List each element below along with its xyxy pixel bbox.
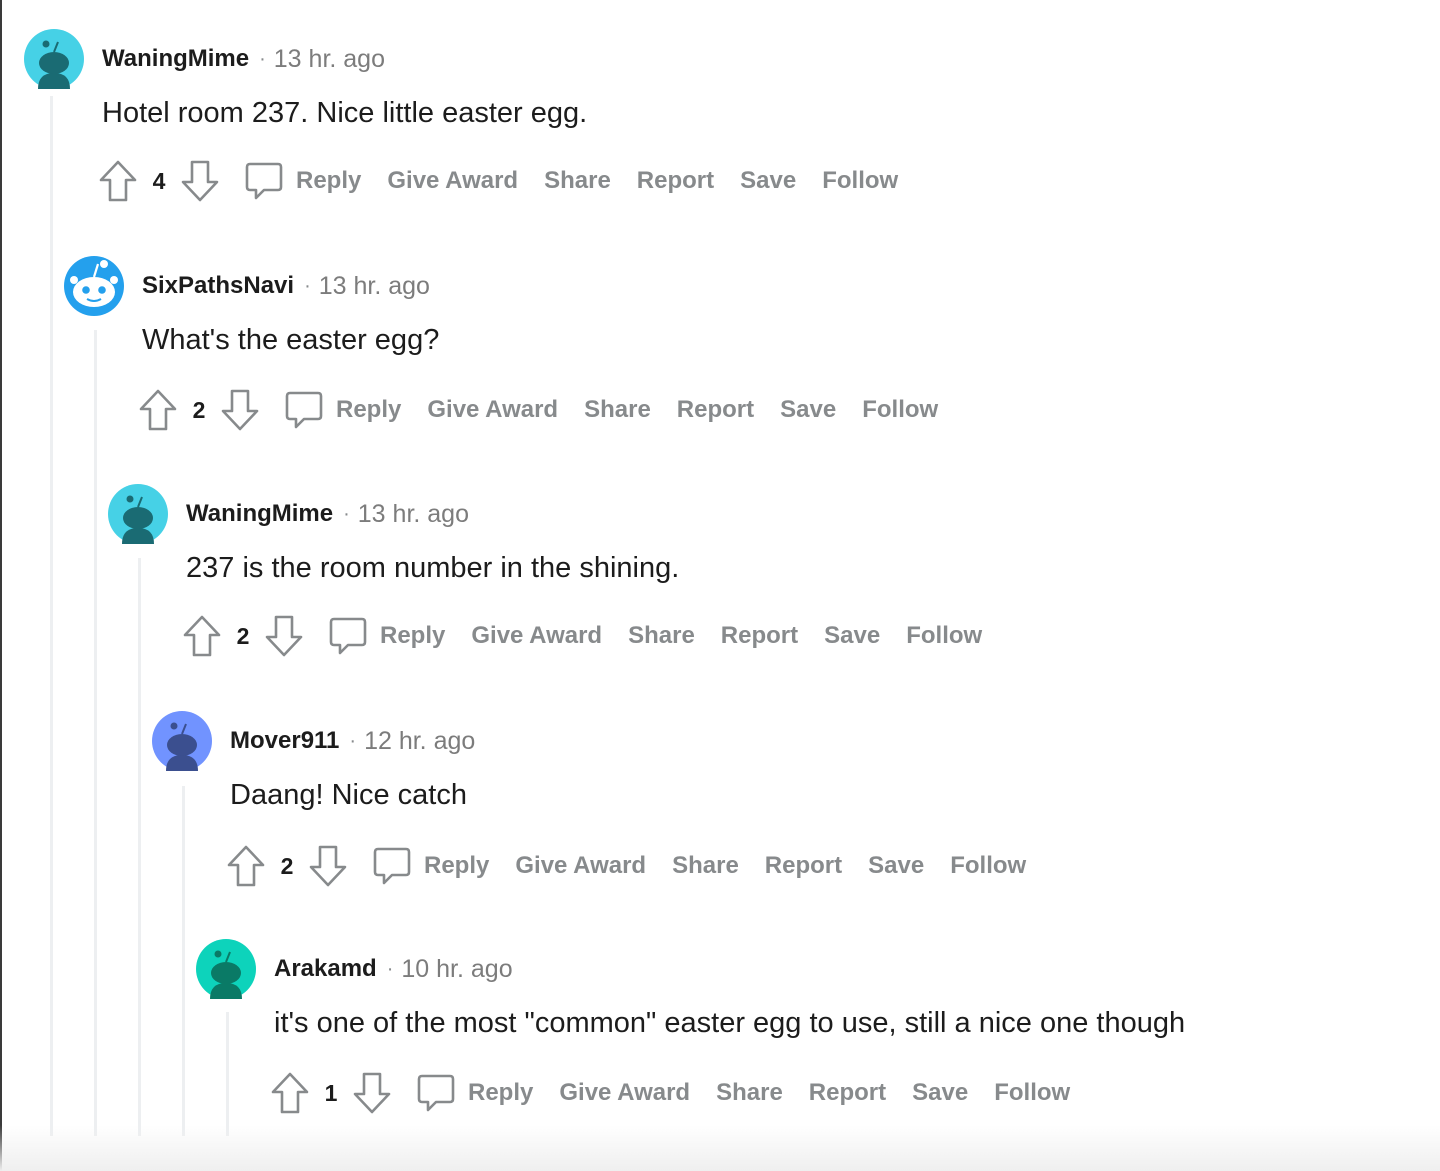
- give-award-button[interactable]: Give Award: [387, 167, 518, 195]
- separator: ·: [349, 729, 357, 752]
- give-award-button[interactable]: Give Award: [559, 1079, 690, 1107]
- reply-button[interactable]: Reply: [336, 396, 401, 424]
- comment-body: Daang! Nice catch: [230, 779, 467, 811]
- share-button[interactable]: Share: [716, 1079, 783, 1107]
- timestamp[interactable]: 13 hr. ago: [274, 45, 385, 74]
- upvote-arrow-icon[interactable]: [270, 1070, 310, 1116]
- separator: ·: [304, 274, 311, 297]
- follow-button[interactable]: Follow: [950, 852, 1026, 880]
- comment-header: SixPathsNavi · 13 hr. ago: [64, 256, 430, 316]
- timestamp[interactable]: 13 hr. ago: [319, 272, 430, 301]
- comment-header: Mover911 · 12 hr. ago: [152, 711, 475, 771]
- timestamp[interactable]: 10 hr. ago: [401, 955, 512, 984]
- share-button[interactable]: Share: [584, 396, 651, 424]
- vote-count: 2: [192, 396, 206, 423]
- comment-body: 237 is the room number in the shining.: [186, 552, 680, 584]
- save-button[interactable]: Save: [868, 852, 924, 880]
- comment-actions: 2 Reply Give Award Share Report Save Fol…: [182, 612, 982, 660]
- comment-header: WaningMime · 13 hr. ago: [108, 484, 469, 544]
- speech-bubble-icon[interactable]: [242, 158, 286, 204]
- comment-actions: 1 Reply Give Award Share Report Save Fol…: [270, 1069, 1070, 1117]
- report-button[interactable]: Report: [765, 852, 842, 880]
- give-award-button[interactable]: Give Award: [471, 622, 602, 650]
- speech-bubble-icon[interactable]: [370, 843, 414, 889]
- username[interactable]: WaningMime: [102, 45, 249, 73]
- save-button[interactable]: Save: [780, 396, 836, 424]
- default-snoo-avatar-icon[interactable]: [64, 256, 124, 316]
- separator: ·: [343, 502, 350, 525]
- comment-actions: 4 Reply Give Award Share Report Save Fol…: [98, 157, 898, 205]
- username[interactable]: Mover911: [230, 727, 339, 755]
- downvote-arrow-icon[interactable]: [220, 387, 260, 433]
- vote-count: 2: [236, 622, 250, 649]
- thread-line[interactable]: [182, 786, 185, 1136]
- report-button[interactable]: Report: [637, 167, 714, 195]
- follow-button[interactable]: Follow: [822, 167, 898, 195]
- snoo-avatar-icon[interactable]: [196, 939, 256, 999]
- separator: ·: [386, 957, 394, 980]
- comment-actions: 2 Reply Give Award Share Report Save Fol…: [138, 386, 938, 434]
- reply-button[interactable]: Reply: [468, 1079, 533, 1107]
- downvote-arrow-icon[interactable]: [180, 158, 220, 204]
- give-award-button[interactable]: Give Award: [427, 396, 558, 424]
- follow-button[interactable]: Follow: [906, 622, 982, 650]
- downvote-arrow-icon[interactable]: [308, 843, 348, 889]
- upvote-arrow-icon[interactable]: [138, 387, 178, 433]
- save-button[interactable]: Save: [912, 1079, 968, 1107]
- username[interactable]: WaningMime: [186, 500, 333, 528]
- snoo-avatar-icon[interactable]: [24, 29, 84, 89]
- report-button[interactable]: Report: [721, 622, 798, 650]
- thread-line[interactable]: [226, 1012, 229, 1136]
- reply-button[interactable]: Reply: [380, 622, 445, 650]
- snoo-avatar-icon[interactable]: [152, 711, 212, 771]
- save-button[interactable]: Save: [824, 622, 880, 650]
- follow-button[interactable]: Follow: [862, 396, 938, 424]
- upvote-arrow-icon[interactable]: [182, 613, 222, 659]
- vote-count: 4: [152, 167, 166, 194]
- comment-actions: 2 Reply Give Award Share Report Save Fol…: [226, 842, 1026, 890]
- downvote-arrow-icon[interactable]: [352, 1070, 392, 1116]
- speech-bubble-icon[interactable]: [326, 613, 370, 659]
- comment-body: What's the easter egg?: [142, 324, 440, 356]
- comment-header: WaningMime · 13 hr. ago: [24, 29, 385, 89]
- vote-count: 1: [324, 1079, 338, 1106]
- timestamp[interactable]: 13 hr. ago: [358, 500, 469, 529]
- report-button[interactable]: Report: [677, 396, 754, 424]
- thread-line[interactable]: [138, 558, 141, 1136]
- reply-button[interactable]: Reply: [296, 167, 361, 195]
- comment-header: Arakamd · 10 hr. ago: [196, 939, 513, 999]
- comment-body: Hotel room 237. Nice little easter egg.: [102, 97, 588, 129]
- thread-line[interactable]: [94, 330, 97, 1136]
- downvote-arrow-icon[interactable]: [264, 613, 304, 659]
- report-button[interactable]: Report: [809, 1079, 886, 1107]
- upvote-arrow-icon[interactable]: [98, 158, 138, 204]
- share-button[interactable]: Share: [672, 852, 739, 880]
- snoo-avatar-icon[interactable]: [108, 484, 168, 544]
- reply-button[interactable]: Reply: [424, 852, 489, 880]
- speech-bubble-icon[interactable]: [282, 387, 326, 433]
- speech-bubble-icon[interactable]: [414, 1070, 458, 1116]
- share-button[interactable]: Share: [628, 622, 695, 650]
- separator: ·: [259, 47, 266, 70]
- comment-body: it's one of the most "common" easter egg…: [274, 1007, 1186, 1039]
- timestamp[interactable]: 12 hr. ago: [364, 727, 475, 756]
- upvote-arrow-icon[interactable]: [226, 843, 266, 889]
- give-award-button[interactable]: Give Award: [515, 852, 646, 880]
- username[interactable]: Arakamd: [274, 955, 377, 983]
- share-button[interactable]: Share: [544, 167, 611, 195]
- thread-line[interactable]: [50, 96, 53, 1136]
- window-edge: [0, 0, 2, 1171]
- bottom-fade: [0, 1125, 1440, 1171]
- vote-count: 2: [280, 852, 294, 879]
- follow-button[interactable]: Follow: [994, 1079, 1070, 1107]
- save-button[interactable]: Save: [740, 167, 796, 195]
- username[interactable]: SixPathsNavi: [142, 272, 294, 300]
